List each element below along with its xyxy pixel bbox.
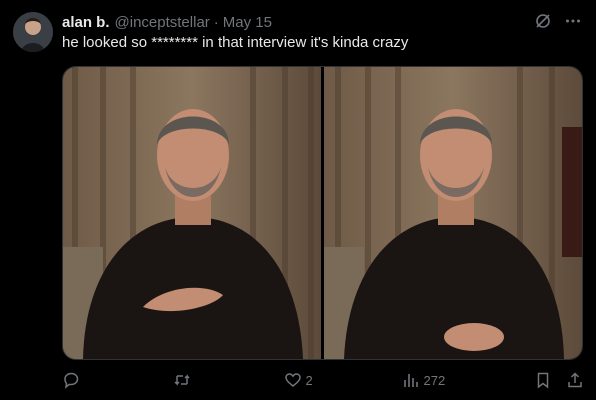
top-icons (534, 12, 582, 30)
media-image-left[interactable] (63, 67, 322, 359)
share-icon[interactable] (566, 371, 584, 389)
separator-dot: · (213, 13, 219, 31)
views-count: 272 (423, 372, 446, 388)
author-handle[interactable]: @inceptstellar (115, 14, 210, 31)
reply-button[interactable] (62, 371, 84, 389)
tweet-actions: 2 272 (62, 368, 584, 392)
like-icon (284, 371, 302, 389)
like-count: 2 (305, 372, 313, 388)
tweet-text: he looked so ******** in that interview … (62, 34, 409, 51)
views-icon (402, 371, 420, 389)
bookmark-icon[interactable] (534, 371, 552, 389)
tweet-media[interactable] (62, 66, 583, 360)
avatar[interactable] (13, 12, 53, 52)
right-actions (534, 371, 584, 389)
grok-icon[interactable] (534, 12, 552, 30)
author-name[interactable]: alan b. (62, 14, 110, 31)
reply-icon (62, 371, 80, 389)
media-image-right[interactable] (323, 67, 582, 359)
more-icon[interactable] (564, 12, 582, 30)
tweet-header: alan b. @inceptstellar · May 15 (62, 12, 272, 32)
retweet-button[interactable] (173, 371, 195, 389)
like-button[interactable]: 2 (284, 371, 313, 389)
avatar-image (13, 12, 53, 52)
retweet-icon (173, 371, 191, 389)
tweet-date[interactable]: May 15 (223, 14, 272, 31)
views-button[interactable]: 272 (402, 371, 446, 389)
